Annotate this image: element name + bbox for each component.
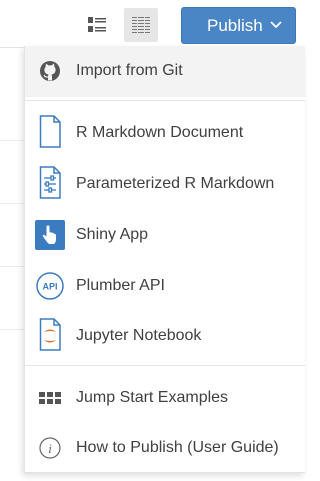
background-divider (0, 203, 24, 204)
menu-item-label: Plumber API (76, 277, 165, 294)
publish-button[interactable]: Publish (181, 7, 296, 44)
api-icon: API (35, 271, 65, 301)
menu-item-label: Parameterized R Markdown (76, 175, 275, 192)
info-icon: i (35, 433, 65, 463)
document-icon (35, 115, 65, 148)
publish-button-label: Publish (207, 16, 263, 35)
sliders-document-icon (35, 166, 65, 199)
publish-menu: Import from Git R Markdown Document Para… (24, 46, 305, 473)
jupyter-icon (35, 318, 65, 351)
menu-item-shiny-app[interactable]: Shiny App (25, 210, 305, 260)
menu-item-label: Jump Start Examples (76, 389, 229, 406)
background-divider (0, 266, 24, 267)
menu-item-label: Import from Git (76, 62, 183, 79)
menu-item-label: Jupyter Notebook (76, 327, 202, 344)
menu-item-parameterized-r-markdown[interactable]: Parameterized R Markdown (25, 159, 305, 209)
toolbar: Publish (0, 0, 297, 48)
github-icon (35, 56, 65, 86)
menu-item-plumber-api[interactable]: API Plumber API (25, 261, 305, 311)
menu-item-label: R Markdown Document (76, 124, 244, 141)
background-divider (0, 329, 24, 330)
svg-text:API: API (42, 282, 57, 292)
menu-divider (25, 365, 305, 366)
list-view-icon (88, 17, 106, 32)
menu-item-import-from-git[interactable]: Import from Git (25, 46, 305, 97)
svg-text:i: i (48, 441, 52, 456)
menu-item-jump-start-examples[interactable]: Jump Start Examples (25, 373, 305, 423)
menu-item-jupyter-notebook[interactable]: Jupyter Notebook (25, 311, 305, 361)
list-view-button[interactable] (80, 8, 114, 42)
menu-divider (25, 100, 305, 101)
compact-view-button[interactable] (124, 8, 158, 42)
grid-icon (35, 383, 65, 413)
menu-item-how-to-publish[interactable]: i How to Publish (User Guide) (25, 423, 305, 473)
chevron-down-icon (270, 21, 282, 29)
menu-item-label: How to Publish (User Guide) (76, 439, 279, 456)
background-divider (0, 140, 24, 141)
hand-pointer-icon (35, 220, 65, 250)
compact-view-icon (132, 17, 150, 33)
menu-item-label: Shiny App (76, 226, 149, 243)
menu-item-r-markdown-document[interactable]: R Markdown Document (25, 108, 305, 158)
